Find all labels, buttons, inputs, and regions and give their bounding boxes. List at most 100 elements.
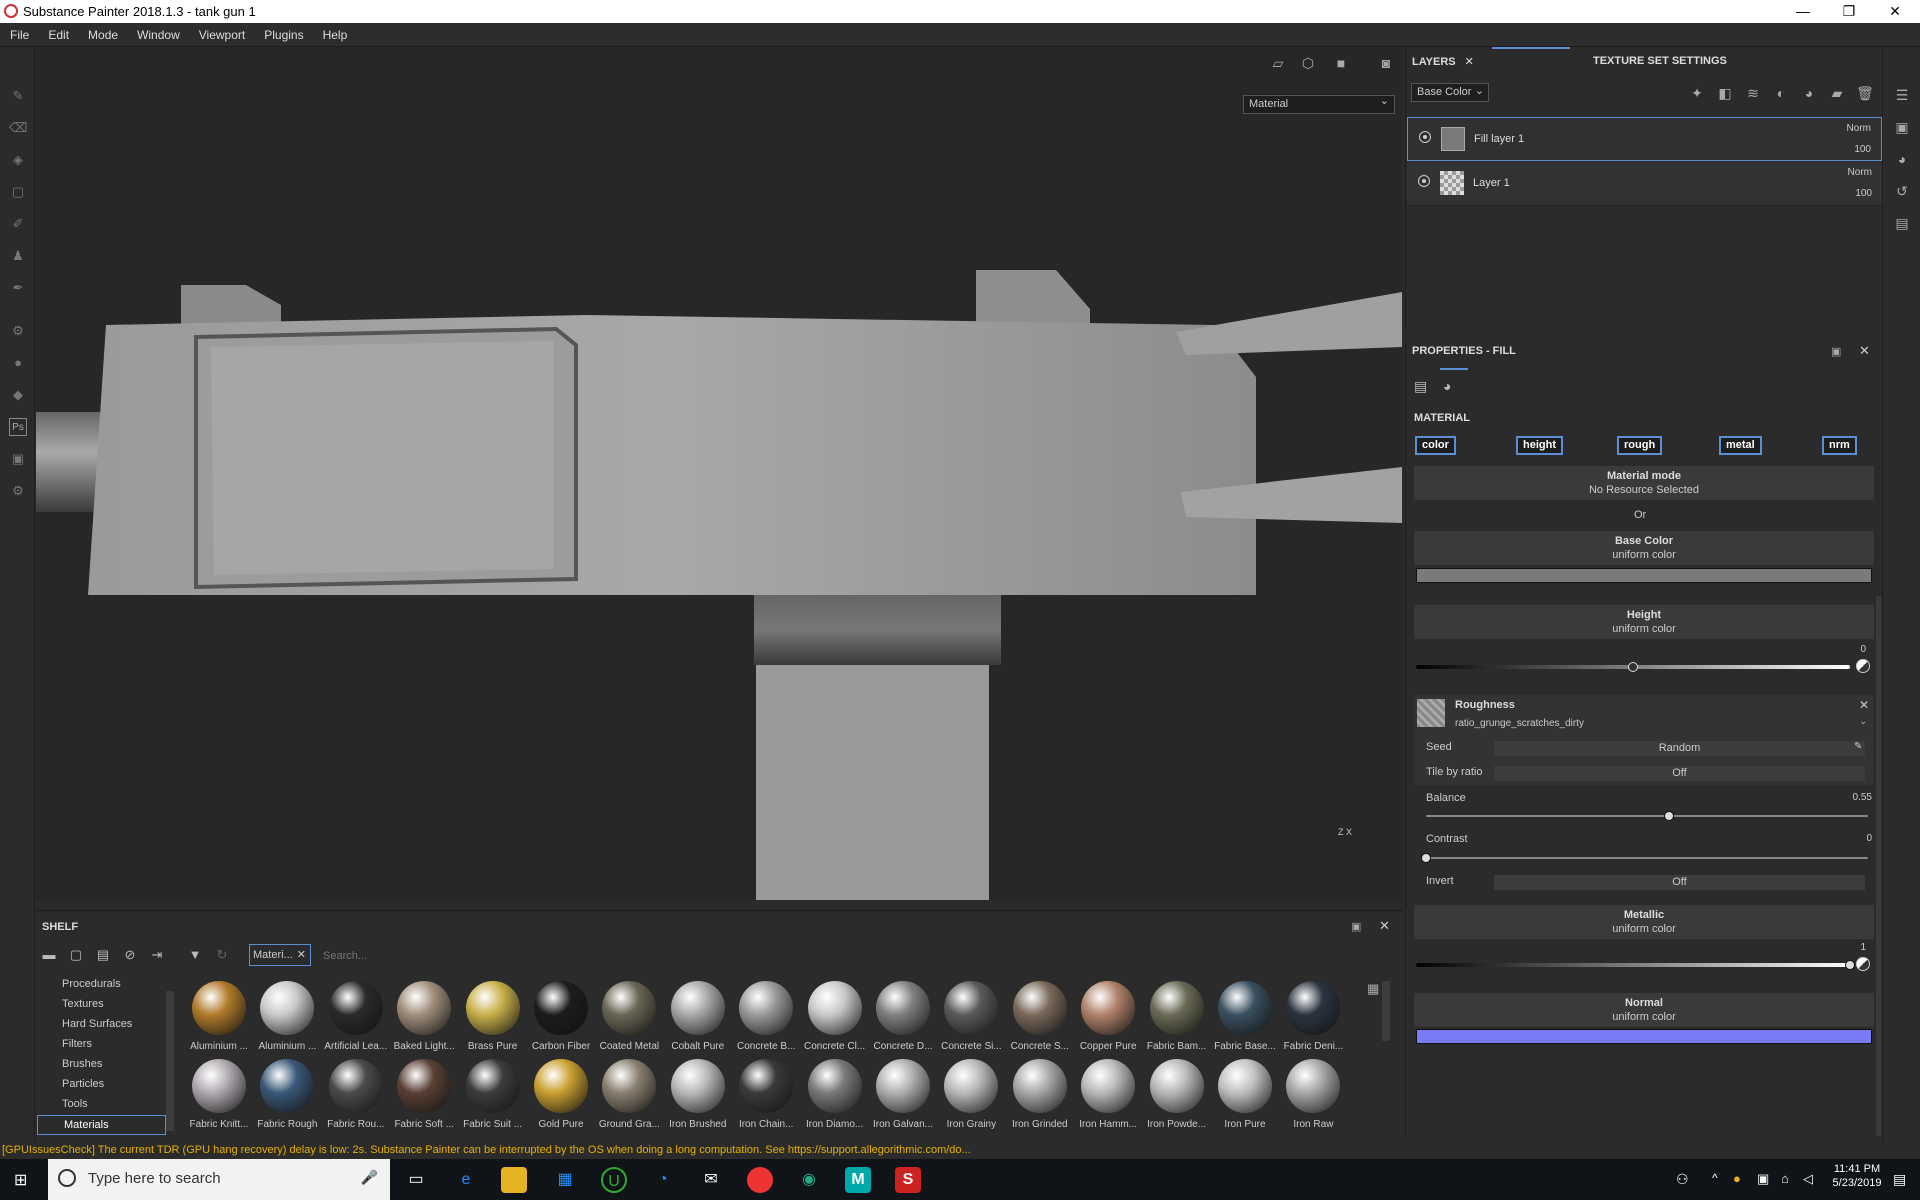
color-picker-icon[interactable] [1856, 659, 1870, 673]
people-icon[interactable]: ⚇ [1676, 1171, 1689, 1188]
substance-icon[interactable]: ◆ [9, 386, 27, 404]
metallic-block[interactable]: Metallic uniform color [1414, 905, 1874, 939]
material-item[interactable]: Aluminium ... [186, 981, 252, 1061]
menu-help[interactable]: Help [313, 23, 357, 42]
clock[interactable]: 11:41 PM 5/23/2019 [1826, 1163, 1888, 1189]
material-item[interactable]: Iron Grainy [938, 1059, 1004, 1139]
base-color-swatch[interactable] [1416, 568, 1872, 583]
wand-icon[interactable]: ✦ [1688, 85, 1706, 103]
material-item[interactable]: Fabric Suit ... [460, 1059, 526, 1139]
shader-tab-icon[interactable]: ◕ [1443, 378, 1451, 394]
add-folder-icon[interactable]: ▰ [1828, 85, 1846, 103]
visibility-eye-icon[interactable] [1419, 131, 1431, 143]
edit-seed-icon[interactable]: ✎ [1854, 741, 1862, 752]
blend-mode-select[interactable]: Norm [1847, 123, 1871, 134]
height-slider-handle[interactable] [1628, 662, 1638, 672]
balance-slider-track[interactable] [1426, 815, 1868, 817]
channel-rough-toggle[interactable]: rough [1617, 436, 1663, 455]
tray-app-icon[interactable]: ▣ [1757, 1171, 1769, 1187]
material-item[interactable]: Concrete B... [733, 981, 799, 1061]
minimize-button[interactable]: — [1780, 0, 1826, 23]
paint-brush-icon[interactable]: ✎ [9, 87, 27, 105]
remove-filter-icon[interactable]: ✕ [297, 948, 306, 961]
hide-icon[interactable]: ⊘ [121, 946, 139, 964]
balance-slider-handle[interactable] [1664, 811, 1675, 821]
channel-metal-toggle[interactable]: metal [1719, 436, 1762, 455]
iray-icon[interactable]: ● [9, 354, 27, 372]
material-item[interactable]: Iron Grinded [1007, 1059, 1073, 1139]
filter-tag[interactable]: Materi... ✕ [249, 944, 311, 966]
layer-opacity[interactable]: 100 [1854, 144, 1871, 155]
contrast-slider-handle[interactable] [1421, 853, 1431, 863]
material-item[interactable]: Iron Powde... [1144, 1059, 1210, 1139]
tray-icon[interactable]: ● [1733, 1171, 1741, 1186]
menu-window[interactable]: Window [127, 23, 189, 42]
tab-texture-set-settings[interactable]: TEXTURE SET SETTINGS [1593, 55, 1727, 67]
material-item[interactable]: Fabric Soft ... [391, 1059, 457, 1139]
layer-opacity[interactable]: 100 [1855, 188, 1872, 199]
filter-icon[interactable]: ▼ [186, 946, 204, 964]
channel-nrm-toggle[interactable]: nrm [1822, 436, 1857, 455]
reset-icon[interactable]: ↻ [213, 946, 231, 964]
normal-block[interactable]: Normal uniform color [1414, 993, 1874, 1027]
material-item[interactable]: Brass Pure [460, 981, 526, 1061]
category-procedurals[interactable]: Procedurals [36, 975, 166, 995]
taskbar-search[interactable]: Type here to search 🎤 [48, 1159, 390, 1200]
category-filters[interactable]: Filters [36, 1035, 166, 1055]
material-item[interactable]: Concrete S... [1007, 981, 1073, 1061]
menu-file[interactable]: File [0, 23, 38, 42]
material-item[interactable]: Coated Metal [596, 981, 662, 1061]
clone-icon[interactable]: ♟ [9, 247, 27, 265]
edge-icon[interactable]: e [453, 1167, 479, 1193]
blend-mode-select[interactable]: Norm [1848, 167, 1872, 178]
material-item[interactable]: Ground Gra... [596, 1059, 662, 1139]
material-item[interactable]: Carbon Fiber [528, 981, 594, 1061]
contrast-slider-track[interactable] [1426, 857, 1868, 859]
category-materials[interactable]: Materials [37, 1115, 166, 1135]
substance-painter-icon[interactable]: S [895, 1167, 921, 1193]
close-properties-icon[interactable]: ✕ [1859, 343, 1870, 359]
layer-item-fill-layer-1[interactable]: Fill layer 1 Norm 100 [1407, 117, 1882, 161]
metallic-slider-track[interactable] [1416, 963, 1850, 967]
material-item[interactable]: Fabric Bam... [1144, 981, 1210, 1061]
channel-height-toggle[interactable]: height [1516, 436, 1563, 455]
upwork-icon[interactable]: U [601, 1167, 627, 1193]
file-explorer-icon[interactable] [501, 1167, 527, 1193]
task-view-icon[interactable]: ▭ [403, 1167, 429, 1193]
color-picker-icon[interactable] [1856, 957, 1870, 971]
balance-value[interactable]: 0.55 [1836, 792, 1872, 803]
category-textures[interactable]: Textures [36, 995, 166, 1015]
bake-icon[interactable]: ⚙ [9, 322, 27, 340]
material-item[interactable]: Baked Light... [391, 981, 457, 1061]
material-item[interactable]: Fabric Base... [1212, 981, 1278, 1061]
channel-select[interactable]: Base Color ⌄ [1411, 83, 1489, 102]
menu-plugins[interactable]: Plugins [254, 23, 312, 42]
volume-icon[interactable]: ◁ [1803, 1171, 1813, 1187]
store-icon[interactable]: ▦ [552, 1167, 578, 1193]
color-picker-icon[interactable]: ✒ [9, 279, 27, 297]
material-mode-block[interactable]: Material mode No Resource Selected [1414, 466, 1874, 500]
chevron-down-icon[interactable]: ⌄ [1859, 716, 1867, 727]
chrome-app-icon[interactable]: ◉ [796, 1167, 822, 1193]
material-item[interactable]: Fabric Rough [254, 1059, 320, 1139]
categories-scrollbar[interactable] [166, 991, 174, 1131]
import-icon[interactable]: ⇥ [148, 946, 166, 964]
chrome-icon[interactable] [747, 1167, 773, 1193]
material-item[interactable]: Fabric Knitt... [186, 1059, 252, 1139]
menu-edit[interactable]: Edit [38, 23, 78, 42]
material-item[interactable]: Copper Pure [1075, 981, 1141, 1061]
normal-color-swatch[interactable] [1416, 1029, 1872, 1044]
log-icon[interactable]: ▤ [1893, 215, 1911, 233]
material-item[interactable]: Fabric Deni... [1280, 981, 1346, 1061]
mail-icon[interactable]: ✉ [698, 1167, 724, 1193]
visibility-eye-icon[interactable] [1418, 175, 1430, 187]
folder-icon[interactable]: ▬ [40, 946, 58, 964]
add-effect-icon[interactable]: ≋ [1744, 85, 1762, 103]
tile-by-ratio-toggle[interactable]: Off [1494, 766, 1865, 781]
tab-layers[interactable]: LAYERS ✕ [1412, 55, 1474, 68]
metallic-value[interactable]: 1 [1846, 942, 1866, 953]
close-button[interactable]: ✕ [1872, 0, 1918, 23]
material-item[interactable]: Fabric Rou... [323, 1059, 389, 1139]
height-block[interactable]: Height uniform color [1414, 605, 1874, 639]
settings-icon[interactable]: ⚙ [9, 482, 27, 500]
